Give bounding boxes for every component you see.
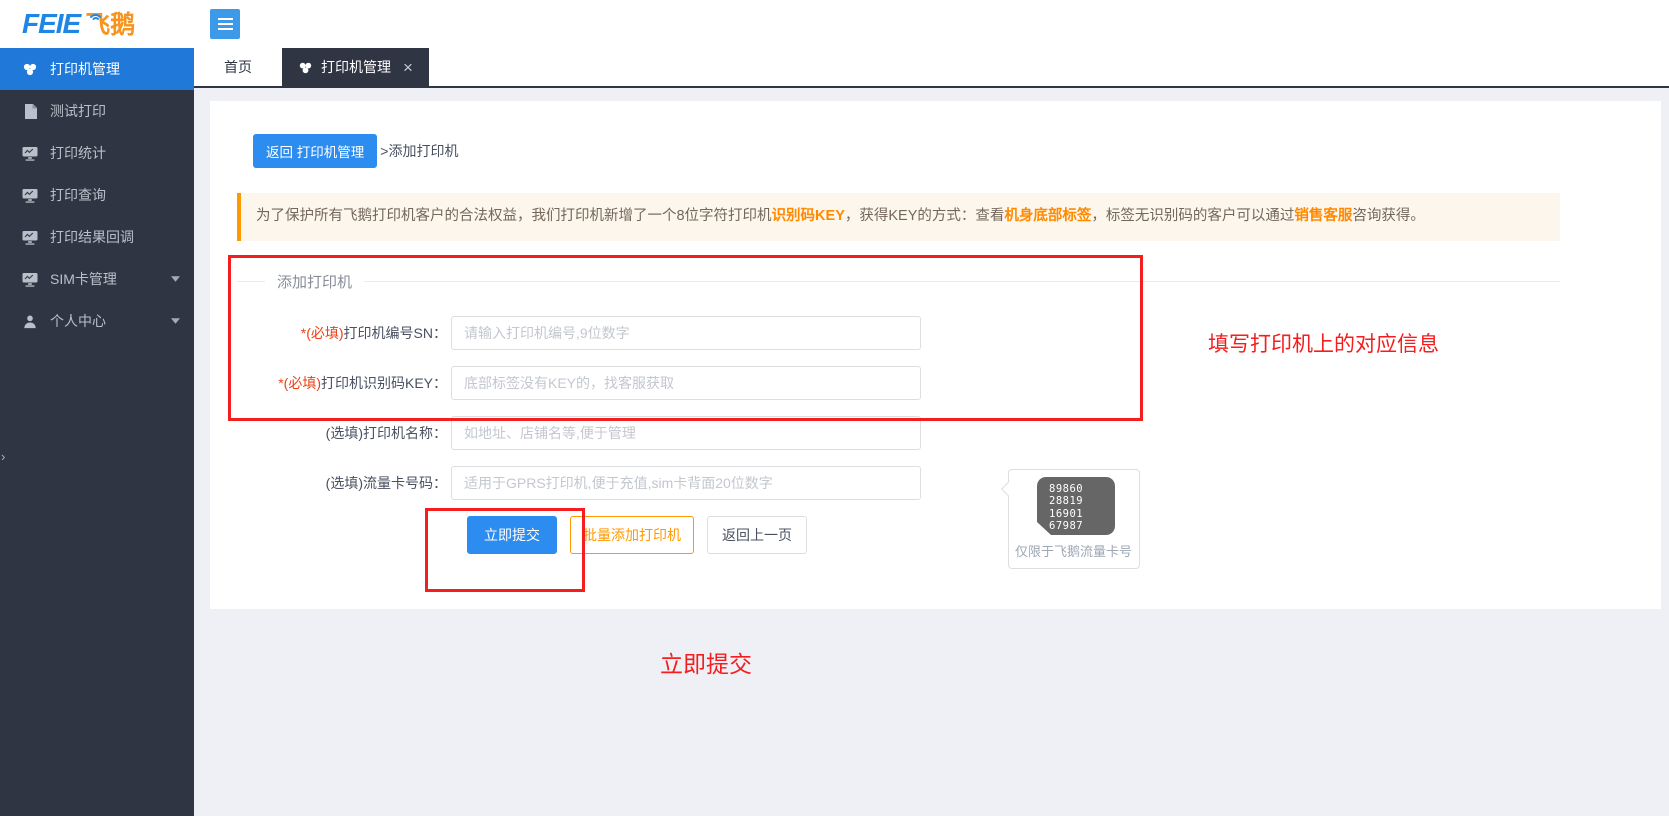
top-bar: FEIE 飞鹅 [0,0,1669,48]
add-printer-panel: 返回 打印机管理 >添加打印机 为了保护所有飞鹅打印机客户的合法权益，我们打印机… [210,101,1661,609]
document-icon [22,104,38,119]
printer-icon [22,61,38,77]
monitor-icon [22,272,38,287]
form-row-sim: (选填)流量卡号码： [237,466,1560,500]
sidebar-item-printer-management[interactable]: 打印机管理 [0,48,194,90]
form-row-sn: *(必填)打印机编号SN： [237,316,1560,350]
close-icon[interactable]: × [403,59,413,76]
sidebar-toggle-button[interactable] [210,9,240,39]
chevron-down-icon [171,318,180,324]
tab-printer-management[interactable]: 打印机管理 × [282,48,429,86]
tab-label: 打印机管理 [321,57,391,77]
notice-highlight-support-link[interactable]: 销售客服 [1294,208,1352,224]
app-window: FEIE 飞鹅 打印机管理 测试打印 [0,0,1669,816]
printer-key-input[interactable] [451,366,921,400]
form-section: 为了保护所有飞鹅打印机客户的合法权益，我们打印机新增了一个8位字符打印机识别码K… [237,193,1560,554]
key-field-label: *(必填)打印机识别码KEY： [237,373,451,393]
sim-number-input[interactable] [451,466,921,500]
sidebar-item-label: 打印查询 [50,185,106,205]
sidebar-item-test-print[interactable]: 测试打印 [0,90,194,132]
logo-text-en: FEIE [22,10,80,38]
printer-sn-input[interactable] [451,316,921,350]
batch-add-button[interactable]: 批量添加打印机 [570,516,694,554]
monitor-icon [22,188,38,203]
monitor-icon [22,230,38,245]
sidebar-item-label: 打印统计 [50,143,106,163]
sim-card-hint: 89860 28819 16901 67987 仅限于飞鹅流量卡号 [1008,469,1140,569]
notice-highlight-key: 识别码KEY [772,208,845,224]
form-legend: 添加打印机 [265,271,364,292]
submit-button[interactable]: 立即提交 [467,516,557,554]
sidebar-item-personal-center[interactable]: 个人中心 [0,300,194,342]
notice-text: 为了保护所有飞鹅打印机客户的合法权益，我们打印机新增了一个8位字符打印机 [256,208,772,224]
main-content: 返回 打印机管理 >添加打印机 为了保护所有飞鹅打印机客户的合法权益，我们打印机… [194,88,1669,816]
form-row-name: (选填)打印机名称： [237,416,1560,450]
sidebar: 打印机管理 测试打印 打印统计 打印查询 打印结果回调 [0,48,194,816]
printer-icon [298,60,313,75]
add-printer-form: 添加打印机 *(必填)打印机编号SN： *(必填)打印机识别码KEY： (选填)… [237,271,1560,554]
notice-text: 咨询获得。 [1352,208,1425,224]
sidebar-item-print-query[interactable]: 打印查询 [0,174,194,216]
wifi-signal-icon [88,12,104,24]
chevron-down-icon [171,276,180,282]
sim-card-image: 89860 28819 16901 67987 [1037,477,1115,535]
sidebar-item-label: 个人中心 [50,311,106,331]
sim-card-caption: 仅限于飞鹅流量卡号 [1015,541,1133,560]
sidebar-item-label: SIM卡管理 [50,269,117,289]
user-icon [22,314,38,329]
sn-field-label: *(必填)打印机编号SN： [237,323,451,343]
sidebar-item-label: 打印机管理 [50,59,120,79]
back-to-printer-management-button[interactable]: 返回 打印机管理 [253,134,377,168]
key-notice-banner: 为了保护所有飞鹅打印机客户的合法权益，我们打印机新增了一个8位字符打印机识别码K… [237,193,1560,241]
breadcrumb: 返回 打印机管理 >添加打印机 [253,134,1661,168]
sidebar-collapse-handle[interactable]: › [0,448,6,465]
tab-label: 首页 [224,57,252,77]
notice-text: ，标签无识别码的客户可以通过 [1091,208,1294,224]
notice-text: ，获得KEY的方式：查看 [845,208,1005,224]
notice-highlight-label-link[interactable]: 机身底部标签 [1004,208,1091,224]
sidebar-item-label: 打印结果回调 [50,227,134,247]
form-row-key: *(必填)打印机识别码KEY： [237,366,1560,400]
breadcrumb-current: >添加打印机 [380,141,458,161]
monitor-icon [22,146,38,161]
sidebar-item-print-result-callback[interactable]: 打印结果回调 [0,216,194,258]
tab-bar: 首页 打印机管理 × [194,48,1669,88]
printer-name-input[interactable] [451,416,921,450]
sidebar-item-label: 测试打印 [50,101,106,121]
return-previous-page-button[interactable]: 返回上一页 [707,516,807,554]
tab-home[interactable]: 首页 [194,48,282,86]
name-field-label: (选填)打印机名称： [237,423,451,443]
sidebar-item-print-statistics[interactable]: 打印统计 [0,132,194,174]
app-logo: FEIE 飞鹅 [0,10,194,38]
sidebar-item-sim-card-management[interactable]: SIM卡管理 [0,258,194,300]
sim-field-label: (选填)流量卡号码： [237,473,451,493]
